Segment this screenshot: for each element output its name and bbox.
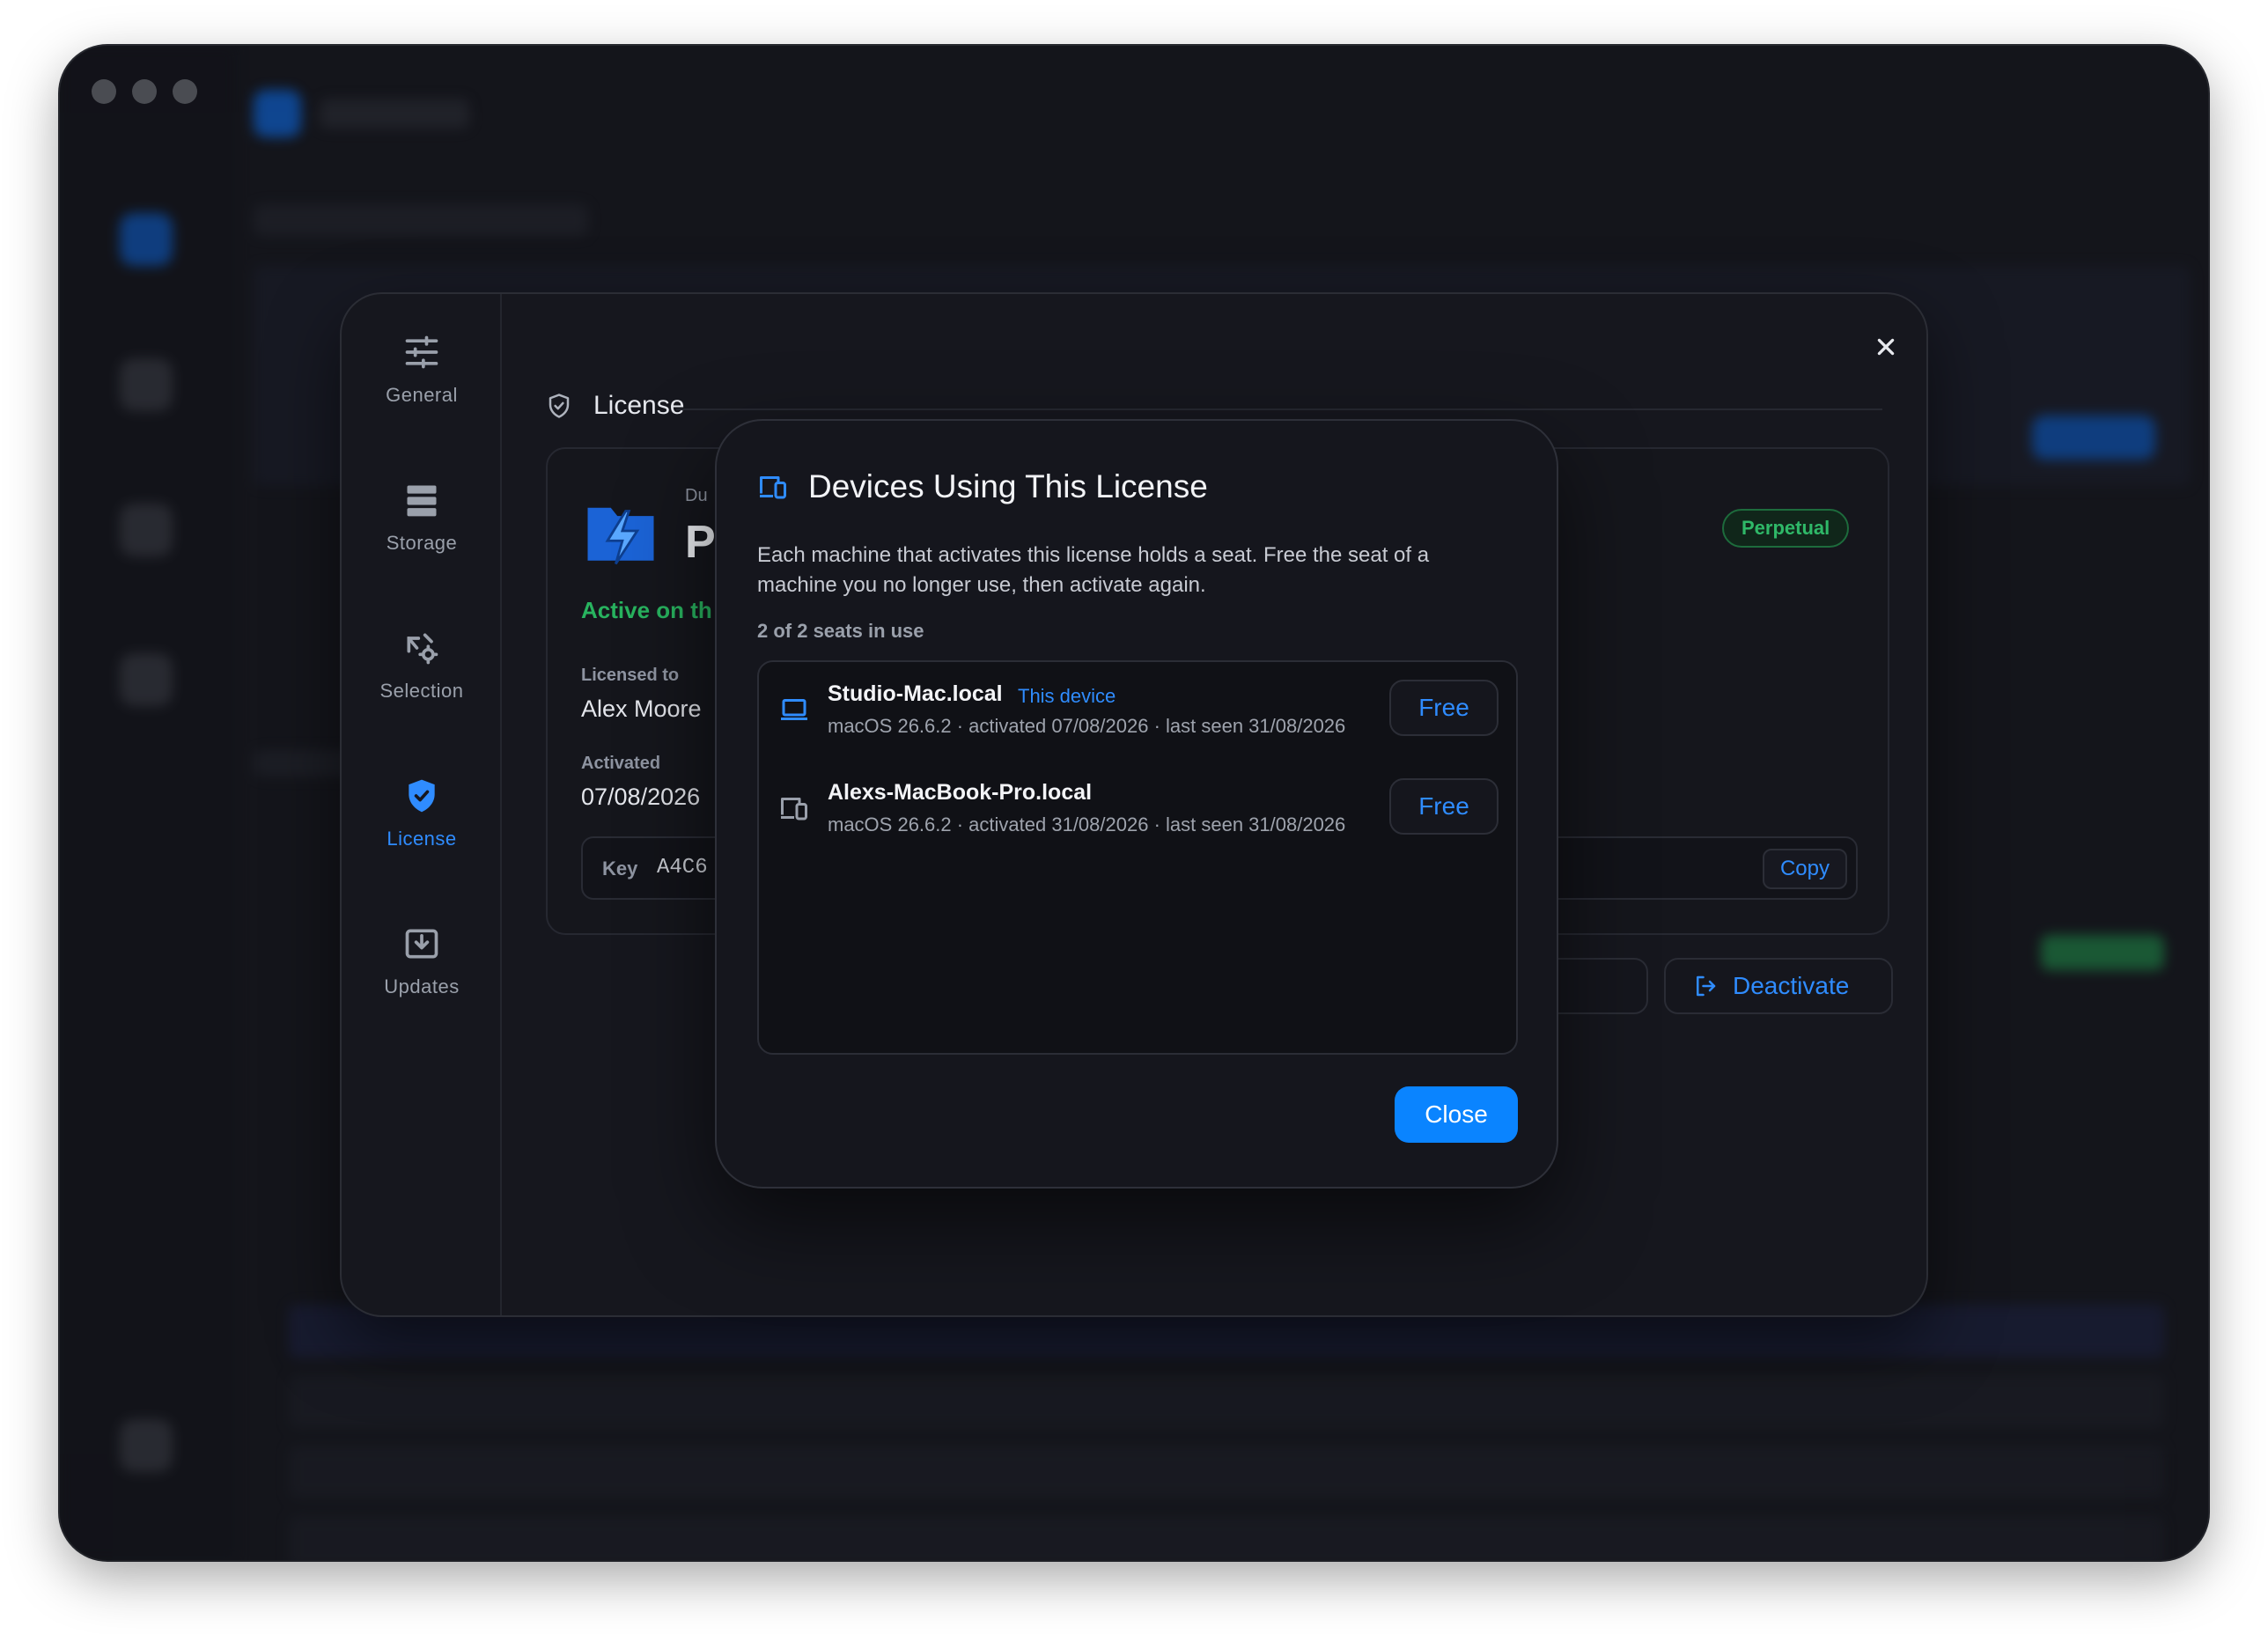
device-row: Studio-Mac.local This device macOS 26.6.…	[759, 662, 1516, 761]
license-key-value: A4C6	[657, 856, 708, 880]
download-tray-icon	[405, 929, 438, 959]
storage-icon	[407, 485, 437, 517]
background-nav-dot	[120, 504, 173, 556]
background-heading	[254, 204, 588, 236]
background-row	[289, 1446, 2164, 1498]
nav-item-label: Updates	[384, 975, 460, 997]
close-icon	[1877, 338, 1895, 356]
nav-item-label: License	[387, 828, 457, 850]
sliders-icon	[405, 335, 438, 369]
section-title: License	[593, 391, 685, 420]
device-row: Alexs-MacBook-Pro.local macOS 26.6.2 · a…	[759, 761, 1516, 859]
minimize-window-button[interactable]	[132, 79, 157, 104]
devices-dialog: Devices Using This License Each machine …	[717, 421, 1557, 1187]
free-seat-button[interactable]: Free	[1389, 680, 1498, 736]
device-list: Studio-Mac.local This device macOS 26.6.…	[757, 660, 1518, 1055]
device-name: Alexs-MacBook-Pro.local	[828, 780, 1093, 805]
deactivate-label: Deactivate	[1733, 972, 1850, 999]
nav-item-general[interactable]: General	[357, 308, 486, 431]
deactivate-button[interactable]: Deactivate	[1664, 958, 1893, 1014]
background-nav-dot	[120, 213, 173, 266]
device-name: Studio-Mac.local	[828, 681, 1003, 706]
background-button	[2032, 416, 2155, 460]
shield-check-icon	[409, 779, 435, 813]
seats-in-use: 2 of 2 seats in use	[757, 620, 924, 642]
dialog-title: Devices Using This License	[808, 468, 1208, 504]
background-title	[320, 99, 469, 129]
nav-item-license[interactable]: License	[357, 752, 486, 875]
nav-item-selection[interactable]: Selection	[357, 604, 486, 727]
free-seat-button[interactable]: Free	[1389, 778, 1498, 835]
product-logo-icon	[587, 507, 654, 565]
close-window-button[interactable]	[92, 79, 116, 104]
window-controls	[92, 79, 197, 104]
nav-item-label: Storage	[386, 532, 458, 554]
activated-label: Activated	[581, 754, 661, 773]
dialog-header: Devices Using This License	[757, 468, 1208, 505]
nav-item-label: General	[386, 384, 458, 406]
background-logo	[254, 90, 301, 137]
background-row	[289, 1375, 2164, 1428]
dialog-description: Each machine that activates this license…	[757, 543, 1430, 597]
background-nav-dot	[120, 653, 173, 706]
selection-gear-icon	[407, 633, 438, 665]
laptop-icon	[781, 699, 807, 720]
background-sidebar	[60, 46, 236, 1560]
background-badge	[2041, 935, 2164, 970]
sign-out-icon	[1697, 975, 1716, 997]
zoom-window-button[interactable]	[173, 79, 197, 104]
nav-item-updates[interactable]: Updates	[357, 900, 486, 1023]
activated-value: 07/08/2026	[581, 784, 701, 810]
this-device-tag: This device	[1018, 685, 1116, 707]
devices-icon	[781, 798, 807, 821]
licensed-to-value: Alex Moore	[581, 696, 702, 722]
product-subtitle: Du	[685, 486, 708, 505]
device-meta: macOS 26.6.2 · activated 07/08/2026 · la…	[828, 715, 1346, 737]
nav-item-label: Selection	[379, 680, 464, 702]
background-nav-dot	[120, 358, 173, 411]
license-status: Active on th	[581, 597, 712, 623]
settings-nav: General Storage Selection License Update…	[342, 294, 502, 1315]
copy-key-button[interactable]: Copy	[1762, 849, 1847, 889]
close-dialog-button[interactable]: Close	[1395, 1086, 1518, 1143]
licensed-to-label: Licensed to	[581, 666, 680, 685]
device-meta: macOS 26.6.2 · activated 31/08/2026 · la…	[828, 813, 1346, 835]
product-name: P	[685, 517, 716, 568]
nav-item-storage[interactable]: Storage	[357, 456, 486, 579]
background-nav-dot	[120, 1419, 173, 1472]
section-header: License	[546, 391, 684, 421]
license-key-label: Key	[602, 857, 638, 880]
section-divider	[676, 408, 1882, 410]
shield-outline-icon	[549, 394, 570, 418]
background-row	[289, 1516, 2164, 1560]
devices-icon	[760, 476, 786, 499]
close-settings-button[interactable]	[1867, 328, 1905, 366]
license-type-badge: Perpetual	[1722, 509, 1850, 548]
